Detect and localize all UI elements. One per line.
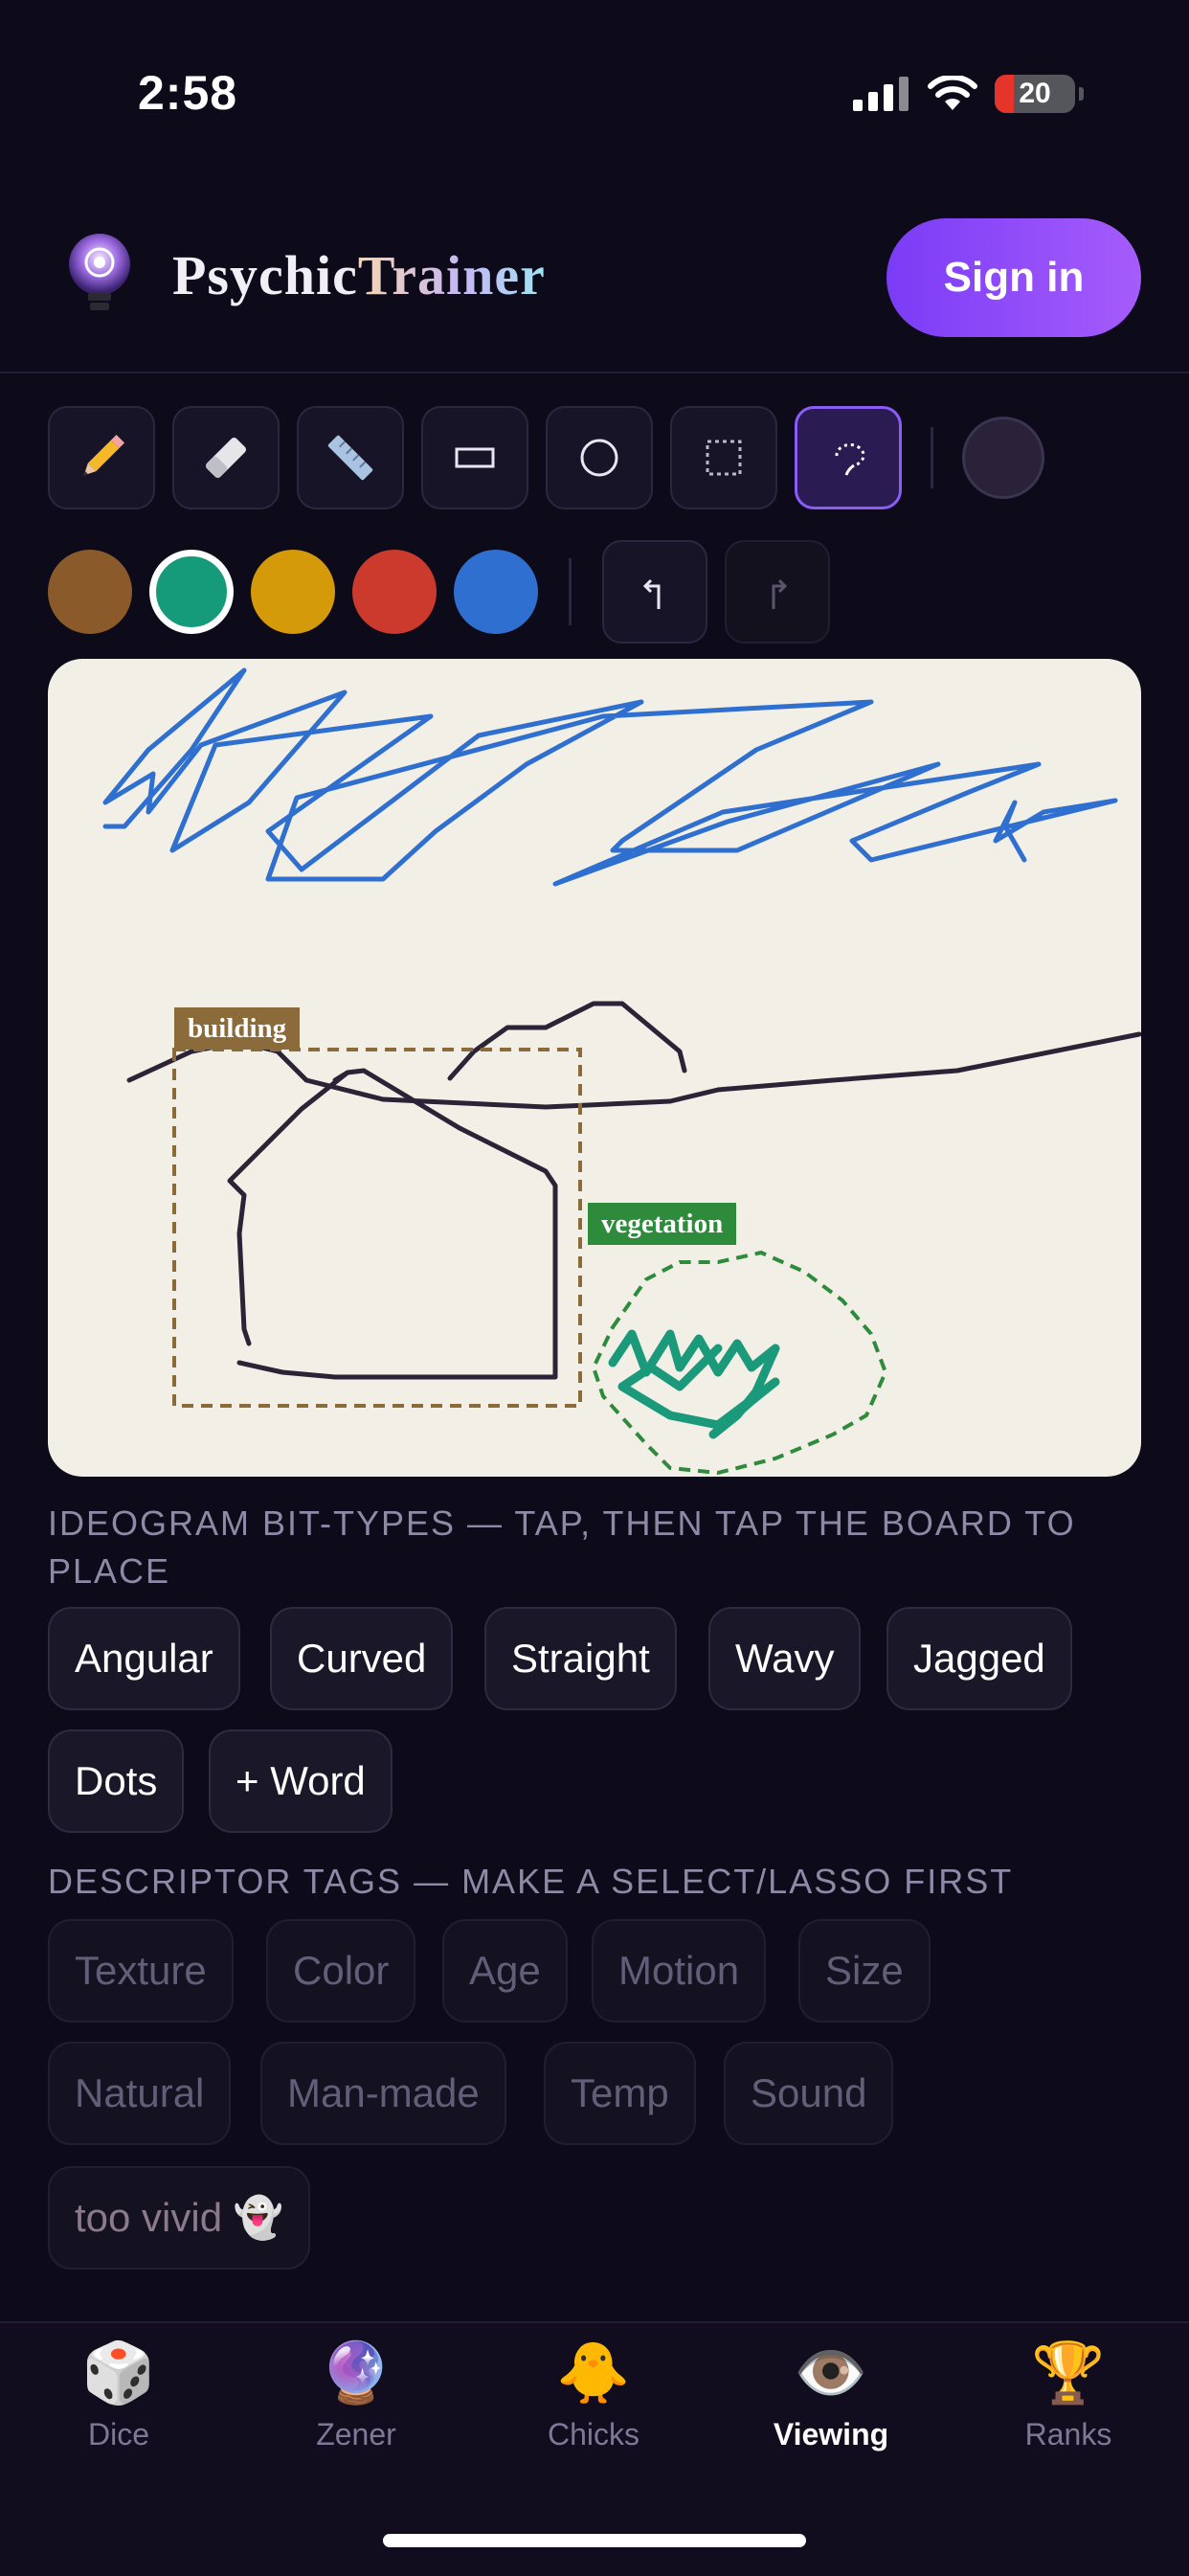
tab-ranks[interactable]: 🏆 Ranks <box>973 2337 1164 2452</box>
building-selection-box[interactable] <box>172 1048 582 1408</box>
tab-dice[interactable]: 🎲 Dice <box>23 2337 214 2452</box>
crystal-ball-icon: 🔮 <box>319 2340 393 2407</box>
chip-curved[interactable]: Curved <box>270 1607 454 1710</box>
chip-too-vivid[interactable]: too vivid 👻 <box>48 2166 311 2270</box>
drawing-board[interactable]: building vegetation <box>48 659 1141 1477</box>
ideogram-section-label: IDEOGRAM BIT-TYPES — TAP, THEN TAP THE B… <box>48 1503 1076 1591</box>
chip-add-word[interactable]: + Word <box>209 1729 393 1833</box>
building-tag[interactable]: building <box>174 1007 301 1050</box>
circle-icon <box>580 439 618 477</box>
psychic-bulb-logo-icon <box>69 234 130 310</box>
ruler-tool[interactable] <box>297 406 404 509</box>
color-swatch-blue[interactable] <box>454 550 538 634</box>
ruler-icon <box>327 435 373 481</box>
chip-texture[interactable]: Texture <box>48 1919 234 2022</box>
chick-icon: 🐥 <box>556 2340 631 2407</box>
vegetation-lasso[interactable] <box>591 1250 888 1476</box>
color-separator <box>569 558 572 625</box>
chip-wavy[interactable]: Wavy <box>708 1607 862 1710</box>
vegetation-tag[interactable]: vegetation <box>588 1203 737 1245</box>
chip-dots[interactable]: Dots <box>48 1729 185 1833</box>
current-color-indicator[interactable] <box>962 417 1044 499</box>
cellular-signal-icon <box>853 77 909 111</box>
color-swatch-brown[interactable] <box>48 550 132 634</box>
color-swatch-yellow[interactable] <box>251 550 335 634</box>
tool-row <box>48 406 1044 509</box>
chip-man-made[interactable]: Man-made <box>260 2042 506 2145</box>
dice-icon: 🎲 <box>81 2340 156 2407</box>
lasso-icon <box>835 443 865 476</box>
select-icon <box>706 440 742 476</box>
select-tool[interactable] <box>670 406 777 509</box>
color-swatch-green[interactable] <box>149 550 234 634</box>
hill-stroke <box>447 1001 687 1081</box>
undo-button[interactable] <box>602 540 707 644</box>
eraser-tool[interactable] <box>172 406 280 509</box>
drawing-canvas[interactable] <box>48 659 1141 1477</box>
status-time: 2:58 <box>138 66 238 120</box>
pencil-icon <box>83 434 125 476</box>
rectangle-icon <box>455 447 495 468</box>
home-indicator <box>383 2534 806 2547</box>
chip-size[interactable]: Size <box>798 1919 931 2022</box>
circle-tool[interactable] <box>546 406 653 509</box>
eye-icon: 👁️ <box>794 2340 868 2407</box>
color-row <box>48 540 830 644</box>
color-swatch-red[interactable] <box>352 550 437 634</box>
redo-icon <box>772 578 788 609</box>
trophy-icon: 🏆 <box>1031 2340 1106 2407</box>
green-scribble-stroke <box>608 1329 780 1439</box>
tab-zener[interactable]: 🔮 Zener <box>260 2337 452 2452</box>
chip-motion[interactable]: Motion <box>592 1919 767 2022</box>
tool-separator <box>931 427 933 488</box>
lasso-tool[interactable] <box>795 406 902 509</box>
chip-angular[interactable]: Angular <box>48 1607 240 1710</box>
chip-natural[interactable]: Natural <box>48 2042 232 2145</box>
sign-in-button[interactable]: Sign in <box>886 218 1141 337</box>
tab-chicks[interactable]: 🐥 Chicks <box>498 2337 689 2452</box>
chip-temp[interactable]: Temp <box>544 2042 696 2145</box>
chip-age[interactable]: Age <box>442 1919 568 2022</box>
chip-color[interactable]: Color <box>266 1919 416 2022</box>
undo-icon <box>642 578 661 609</box>
chip-straight[interactable]: Straight <box>484 1607 677 1710</box>
descriptor-section-label: DESCRIPTOR TAGS — MAKE A SELECT/LASSO FI… <box>48 1862 1014 1901</box>
chip-jagged[interactable]: Jagged <box>886 1607 1072 1710</box>
rectangle-tool[interactable] <box>421 406 528 509</box>
chip-sound[interactable]: Sound <box>724 2042 894 2145</box>
battery-indicator: 20 <box>995 75 1075 113</box>
redo-button[interactable] <box>725 540 830 644</box>
blue-sketch-stroke <box>102 667 1118 887</box>
house-stroke <box>227 1068 558 1380</box>
header-divider <box>0 372 1189 373</box>
tab-viewing[interactable]: 👁️ Viewing <box>735 2337 927 2452</box>
status-icons: 20 <box>853 75 1084 113</box>
wifi-icon <box>928 76 977 110</box>
eraser-icon <box>206 438 246 478</box>
app-brand-title: PsychicTrainer <box>172 244 546 306</box>
pencil-tool[interactable] <box>48 406 155 509</box>
